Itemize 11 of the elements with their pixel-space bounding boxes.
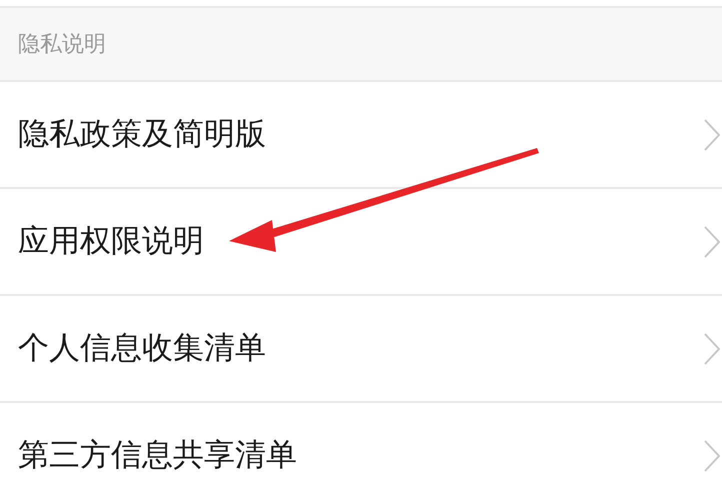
- item-label: 第三方信息共享清单: [18, 436, 297, 476]
- item-label: 个人信息收集清单: [18, 329, 266, 368]
- chevron-right-icon: [704, 118, 720, 150]
- item-label: 隐私政策及简明版: [18, 115, 266, 154]
- chevron-right-icon: [704, 440, 720, 472]
- chevron-right-icon: [704, 332, 720, 364]
- section-header: 隐私说明: [18, 30, 106, 58]
- list-item[interactable]: 个人信息收集清单: [0, 296, 722, 403]
- item-label: 应用权限说明: [18, 222, 204, 262]
- list-item[interactable]: 第三方信息共享清单: [0, 403, 722, 486]
- chevron-right-icon: [704, 226, 720, 258]
